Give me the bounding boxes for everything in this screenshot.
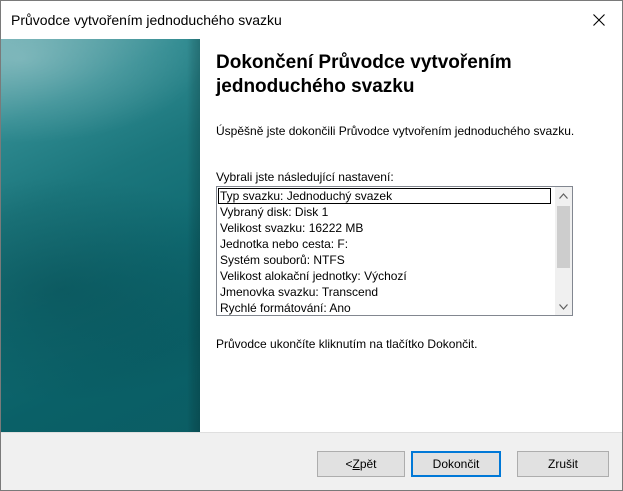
settings-list-item[interactable]: Velikost svazku: 16222 MB	[217, 220, 554, 236]
button-bar: < Zpět Dokončit Zrušit	[1, 432, 622, 490]
settings-label: Vybrali jste následující nastavení:	[216, 170, 394, 184]
vertical-scrollbar[interactable]	[555, 187, 572, 315]
scroll-down-button[interactable]	[555, 298, 572, 315]
settings-list-item[interactable]: Jednotka nebo cesta: F:	[217, 236, 554, 252]
close-icon	[593, 14, 605, 26]
settings-list-item[interactable]: Vybraný disk: Disk 1	[217, 204, 554, 220]
settings-list-item[interactable]: Rychlé formátování: Ano	[217, 300, 554, 315]
wizard-banner-image	[1, 39, 200, 432]
settings-list-item[interactable]: Velikost alokační jednotky: Výchozí	[217, 268, 554, 284]
wizard-window: Průvodce vytvořením jednoduchého svazku …	[0, 0, 623, 491]
chevron-up-icon	[559, 192, 568, 199]
title-bar: Průvodce vytvořením jednoduchého svazku	[1, 1, 622, 39]
finish-instruction: Průvodce ukončíte kliknutím na tlačítko …	[216, 337, 478, 351]
cancel-button[interactable]: Zrušit	[517, 451, 609, 477]
wizard-content: Dokončení Průvodce vytvořením jednoduché…	[200, 39, 622, 432]
settings-list-item[interactable]: Systém souborů: NTFS	[217, 252, 554, 268]
back-button[interactable]: < Zpět	[317, 451, 405, 477]
page-heading: Dokončení Průvodce vytvořením jednoduché…	[216, 52, 512, 97]
window-title: Průvodce vytvořením jednoduchého svazku	[11, 12, 282, 28]
scroll-up-button[interactable]	[555, 187, 572, 204]
chevron-down-icon	[559, 303, 568, 310]
success-message: Úspěšně jste dokončili Průvodce vytvořen…	[216, 124, 575, 138]
settings-list: Typ svazku: Jednoduchý svazek Vybraný dis…	[217, 187, 554, 315]
close-button[interactable]	[576, 1, 622, 39]
settings-list-item[interactable]: Typ svazku: Jednoduchý svazek	[218, 188, 551, 204]
finish-button[interactable]: Dokončit	[411, 451, 501, 477]
scroll-thumb[interactable]	[557, 206, 570, 268]
settings-listbox[interactable]: Typ svazku: Jednoduchý svazek Vybraný dis…	[216, 186, 573, 316]
settings-list-item[interactable]: Jmenovka svazku: Transcend	[217, 284, 554, 300]
